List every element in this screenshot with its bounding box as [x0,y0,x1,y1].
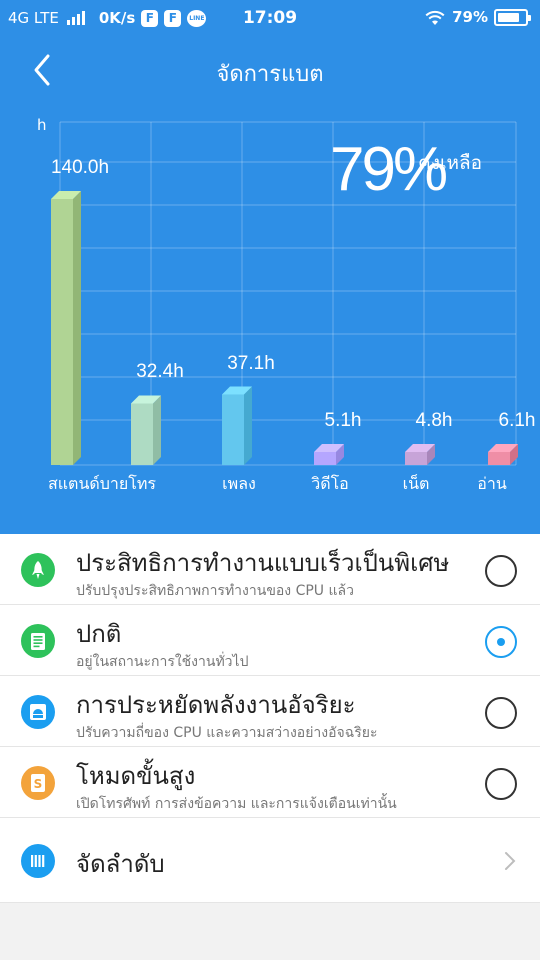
mode-subtitle: อยู่ในสถานะการใช้งานทั่วไป [76,654,249,670]
mode-row-advanced[interactable]: S โหมดขั้นสูง เปิดโทรศัพท์ การส่งข้อความ… [0,747,540,818]
mode-row-smart-saving[interactable]: การประหยัดพลังงานอัจริยะ ปรับความถี่ของ … [0,676,540,747]
bar-value-label: 140.0h [50,157,110,178]
document-icon [21,624,55,658]
mode-subtitle: ปรับปรุงประสิทธิภาพการทำงานของ CPU แล้ว [76,583,354,599]
bar-chart-icon [21,844,55,878]
mode-title: ปกติ [76,620,122,648]
sms-icon: S [21,766,55,800]
mode-row-normal[interactable]: ปกติ อยู่ในสถานะการใช้งานทั่วไป [0,605,540,676]
bar [51,191,81,465]
android-icon [21,695,55,729]
chevron-right-icon [505,852,516,870]
svg-text:S: S [34,777,43,791]
battery-header-panel: 4G LTE 0K/s F F LINE 17:09 79% จัดการแบต… [0,0,540,534]
bar [488,444,518,465]
mode-radio-selected[interactable] [485,626,517,658]
mode-radio[interactable] [485,768,517,800]
bar [405,444,435,465]
mode-title: การประหยัดพลังงานอัจริยะ [76,691,356,719]
chart-svg [51,121,518,466]
category-label: สแตนด์บายโทร [47,474,157,493]
mode-radio[interactable] [485,555,517,587]
bar [222,386,252,465]
ranking-title: จัดลำดับ [76,850,165,878]
bar-value-label: 5.1h [324,410,362,431]
mode-subtitle: ปรับความถี่ของ CPU และความสว่างอย่างอัจฉ… [76,725,378,741]
bar-value-label: 4.8h [415,410,453,431]
ranking-row[interactable]: จัดลำดับ [0,818,540,903]
mode-title: ประสิทธิการทำงานแบบเร็วเป็นพิเศษ [76,549,450,577]
mode-radio[interactable] [485,697,517,729]
bar-value-label: 32.4h [136,361,184,383]
bar-value-label: 6.1h [498,410,536,431]
mode-row-performance[interactable]: ประสิทธิการทำงานแบบเร็วเป็นพิเศษ ปรับปรุ… [0,534,540,605]
category-label: อ่าน [477,474,507,493]
mode-subtitle: เปิดโทรศัพท์ การส่งข้อความ และการแจ้งเตื… [76,796,397,812]
bar-value-label: 37.1h [227,352,275,374]
bar [314,444,344,465]
bar [131,395,161,465]
power-mode-list: ประสิทธิการทำงานแบบเร็วเป็นพิเศษ ปรับปรุ… [0,534,540,903]
rocket-icon [21,553,55,587]
mode-title: โหมดขั้นสูง [76,762,196,790]
